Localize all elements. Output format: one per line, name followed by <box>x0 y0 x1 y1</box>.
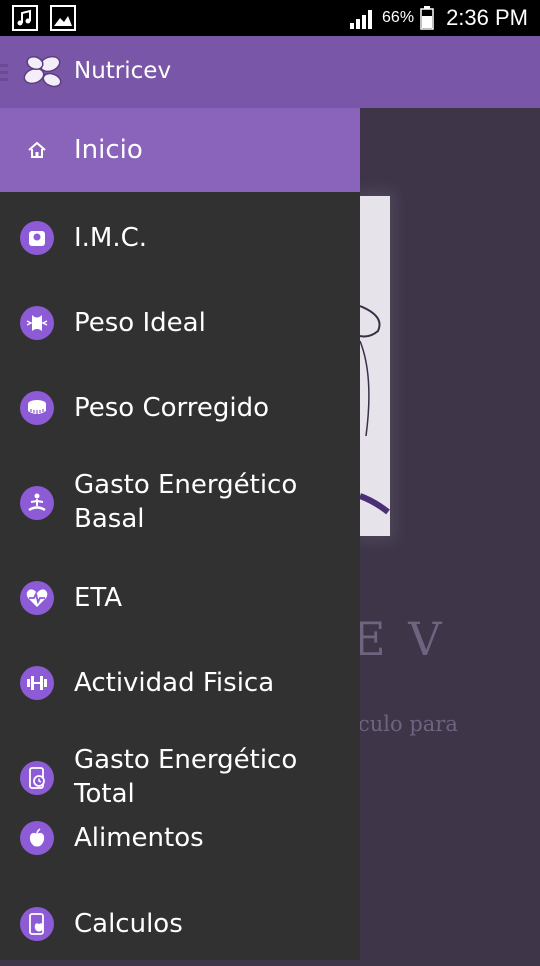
petals-logo-icon[interactable] <box>22 54 64 90</box>
clock: 2:36 PM <box>446 5 528 30</box>
battery-icon <box>420 6 434 30</box>
menu-label: Gasto Energético Basal <box>74 468 297 536</box>
background-subtext: culo para <box>358 712 458 736</box>
menu-item-peso-ideal[interactable]: Peso Ideal <box>0 281 360 365</box>
meditation-icon <box>20 486 54 520</box>
menu-label-line1: Gasto Energético <box>74 745 298 775</box>
tape-measure-icon <box>20 391 54 425</box>
apple-icon <box>20 821 54 855</box>
signal-icon <box>350 10 373 29</box>
menu-item-peso-corregido[interactable]: Peso Corregido <box>0 366 360 450</box>
background-heading: E V <box>352 612 446 666</box>
menu-item-calculos[interactable]: Calculos <box>0 882 360 966</box>
home-icon <box>20 133 54 167</box>
menu-label: I.M.C. <box>74 223 148 253</box>
menu-item-imc[interactable]: I.M.C. <box>0 196 360 280</box>
image-icon <box>50 5 76 31</box>
app-title: Nutricev <box>74 58 172 84</box>
navigation-drawer: Inicio I.M.C. Peso Ideal Peso Corregido … <box>0 108 360 960</box>
phone-apple-icon <box>20 907 54 941</box>
menu-label: Alimentos <box>74 823 204 853</box>
menu-label-line1: Gasto Energético <box>74 470 298 500</box>
phone-timer-icon <box>20 761 54 795</box>
scale-icon <box>20 221 54 255</box>
menu-label: Calculos <box>74 909 183 939</box>
menu-item-eta[interactable]: ETA <box>0 556 360 640</box>
menu-item-inicio[interactable]: Inicio <box>0 108 360 192</box>
menu-item-actividad-fisica[interactable]: Actividad Fisica <box>0 641 360 725</box>
menu-label: Peso Ideal <box>74 308 206 338</box>
status-bar: 66% 2:36 PM <box>0 0 540 36</box>
heartbeat-icon <box>20 581 54 615</box>
menu-label: Peso Corregido <box>74 393 270 423</box>
menu-label-line2: Basal <box>74 504 145 534</box>
menu-item-gasto-basal[interactable]: Gasto Energético Basal <box>0 451 360 555</box>
battery-percent: 66% <box>382 9 415 26</box>
menu-label: ETA <box>74 583 123 613</box>
menu-label: Inicio <box>74 135 143 165</box>
hamburger-icon[interactable] <box>0 62 8 82</box>
menu-label: Actividad Fisica <box>74 668 275 698</box>
music-note-icon <box>12 5 38 31</box>
menu-item-alimentos[interactable]: Alimentos <box>0 796 360 880</box>
app-bar: Nutricev <box>0 36 540 108</box>
dumbbell-icon <box>20 666 54 700</box>
body-icon <box>20 306 54 340</box>
logo-image-fragment <box>358 196 390 536</box>
